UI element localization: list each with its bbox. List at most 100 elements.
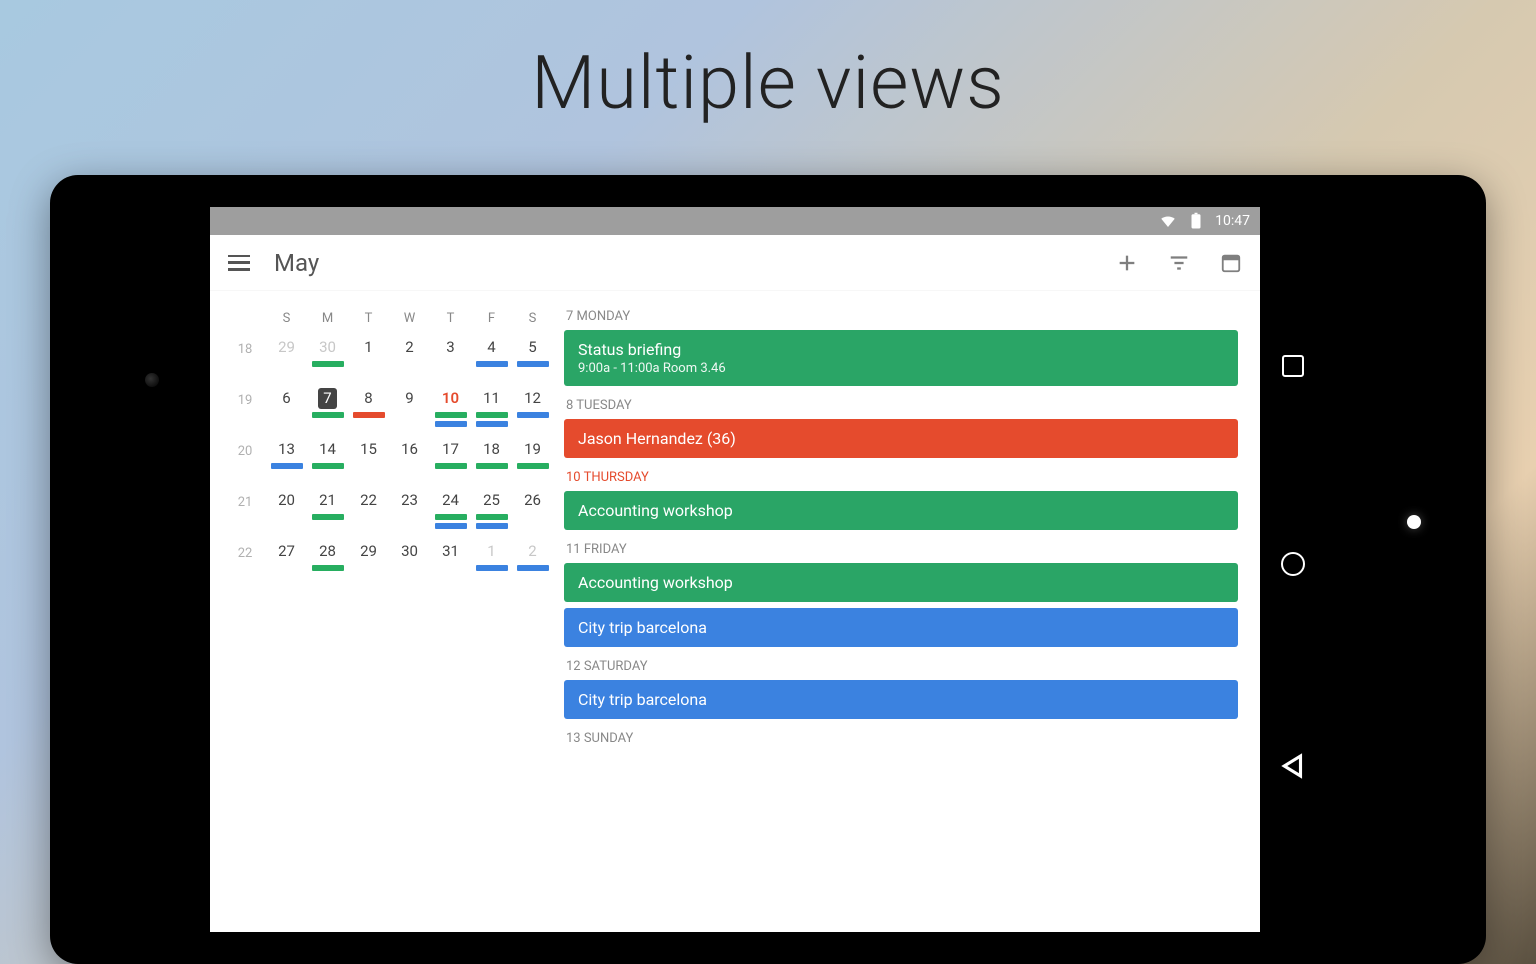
day-number: 23 (396, 490, 423, 511)
calendar-day[interactable]: 17 (430, 436, 471, 469)
day-number: 1 (359, 337, 377, 358)
wifi-icon (1159, 212, 1177, 230)
calendar-day[interactable]: 30 (307, 334, 348, 367)
dow-cell: T (430, 311, 471, 326)
event-bar (312, 412, 344, 418)
agenda-pane[interactable]: 7 MONDAYStatus briefing9:00a - 11:00a Ro… (560, 291, 1260, 932)
calendar-day[interactable]: 29 (266, 334, 307, 358)
calendar-day[interactable]: 10 (430, 385, 471, 427)
calendar-day[interactable]: 29 (348, 538, 389, 562)
event-bar (312, 361, 344, 367)
calendar-day[interactable]: 31 (430, 538, 471, 562)
calendar-day[interactable]: 20 (266, 487, 307, 511)
recents-button[interactable] (1282, 355, 1304, 377)
calendar-day[interactable]: 3 (430, 334, 471, 358)
menu-icon[interactable] (228, 255, 250, 271)
filter-icon[interactable] (1168, 252, 1190, 274)
event-bar (517, 565, 549, 571)
calendar-day[interactable]: 14 (307, 436, 348, 469)
day-number: 7 (318, 388, 336, 409)
week-number: 22 (224, 538, 266, 561)
calendar-day[interactable]: 1 (348, 334, 389, 358)
event-title: Status briefing (578, 340, 1224, 359)
event-bar (435, 412, 467, 418)
day-number: 11 (478, 388, 505, 409)
calendar-day[interactable]: 30 (389, 538, 430, 562)
calendar-day[interactable]: 13 (266, 436, 307, 469)
day-number: 30 (396, 541, 423, 562)
calendar-day[interactable]: 27 (266, 538, 307, 562)
app-toolbar: May (210, 235, 1260, 291)
calendar-day[interactable]: 9 (389, 385, 430, 409)
back-button[interactable] (1278, 751, 1308, 785)
today-icon[interactable] (1220, 252, 1242, 274)
tablet-frame: 10:47 May (50, 175, 1486, 964)
calendar-week: 2227 28 29 30 3112 (224, 538, 560, 589)
agenda-event[interactable]: Accounting workshop (564, 491, 1238, 530)
event-bar (435, 523, 467, 529)
day-number: 20 (273, 490, 300, 511)
calendar-week: 2120212223242526 (224, 487, 560, 538)
calendar-day[interactable]: 23 (389, 487, 430, 511)
day-number: 5 (523, 337, 541, 358)
week-number: 19 (224, 385, 266, 408)
calendar-day[interactable]: 25 (471, 487, 512, 529)
month-title[interactable]: May (274, 249, 1092, 277)
calendar-day[interactable]: 6 (266, 385, 307, 409)
calendar-day[interactable]: 2 (512, 538, 553, 571)
bezel-right (1326, 175, 1486, 964)
calendar-day[interactable]: 19 (512, 436, 553, 469)
calendar-day[interactable]: 22 (348, 487, 389, 511)
day-number: 3 (441, 337, 459, 358)
calendar-day[interactable]: 4 (471, 334, 512, 367)
agenda-day-header: 8 TUESDAY (564, 398, 1238, 413)
calendar-day[interactable]: 26 (512, 487, 553, 511)
event-bar (517, 463, 549, 469)
add-icon[interactable] (1116, 252, 1138, 274)
calendar-day[interactable]: 21 (307, 487, 348, 520)
calendar-day[interactable]: 28 (307, 538, 348, 571)
day-number: 22 (355, 490, 382, 511)
calendar-day[interactable]: 7 (307, 385, 348, 418)
brand-dot (1407, 515, 1421, 529)
calendar-day[interactable]: 11 (471, 385, 512, 427)
agenda-event[interactable]: Jason Hernandez (36) (564, 419, 1238, 458)
agenda-event[interactable]: Accounting workshop (564, 563, 1238, 602)
day-number: 18 (478, 439, 505, 460)
content-area: SMTWTFS 18293012345196789101112201314151… (210, 291, 1260, 932)
screen-area: 10:47 May (210, 207, 1326, 932)
day-number: 8 (359, 388, 377, 409)
event-bar (476, 565, 508, 571)
calendar-day[interactable]: 15 (348, 436, 389, 460)
calendar-day[interactable]: 12 (512, 385, 553, 418)
day-number: 19 (519, 439, 546, 460)
battery-icon (1187, 212, 1205, 230)
calendar-day[interactable]: 18 (471, 436, 512, 469)
calendar-day[interactable]: 1 (471, 538, 512, 571)
event-bar (476, 463, 508, 469)
day-number: 28 (314, 541, 341, 562)
event-bar (476, 361, 508, 367)
status-bar: 10:47 (210, 207, 1260, 235)
agenda-event[interactable]: Status briefing9:00a - 11:00a Room 3.46 (564, 330, 1238, 386)
day-number: 2 (400, 337, 418, 358)
home-button[interactable] (1281, 552, 1305, 576)
agenda-event[interactable]: City trip barcelona (564, 608, 1238, 647)
day-number: 10 (437, 388, 464, 409)
calendar-day[interactable]: 2 (389, 334, 430, 358)
day-number: 24 (437, 490, 464, 511)
calendar-day[interactable]: 5 (512, 334, 553, 367)
calendar-day[interactable]: 8 (348, 385, 389, 418)
agenda-event[interactable]: City trip barcelona (564, 680, 1238, 719)
week-number: 18 (224, 334, 266, 357)
calendar-day[interactable]: 24 (430, 487, 471, 529)
day-number: 14 (314, 439, 341, 460)
day-number: 6 (277, 388, 295, 409)
agenda-day-header: 12 SATURDAY (564, 659, 1238, 674)
day-number: 15 (355, 439, 382, 460)
day-number: 4 (482, 337, 500, 358)
agenda-day-header: 11 FRIDAY (564, 542, 1238, 557)
day-number: 9 (400, 388, 418, 409)
calendar-day[interactable]: 16 (389, 436, 430, 460)
agenda-day-header: 10 THURSDAY (564, 470, 1238, 485)
